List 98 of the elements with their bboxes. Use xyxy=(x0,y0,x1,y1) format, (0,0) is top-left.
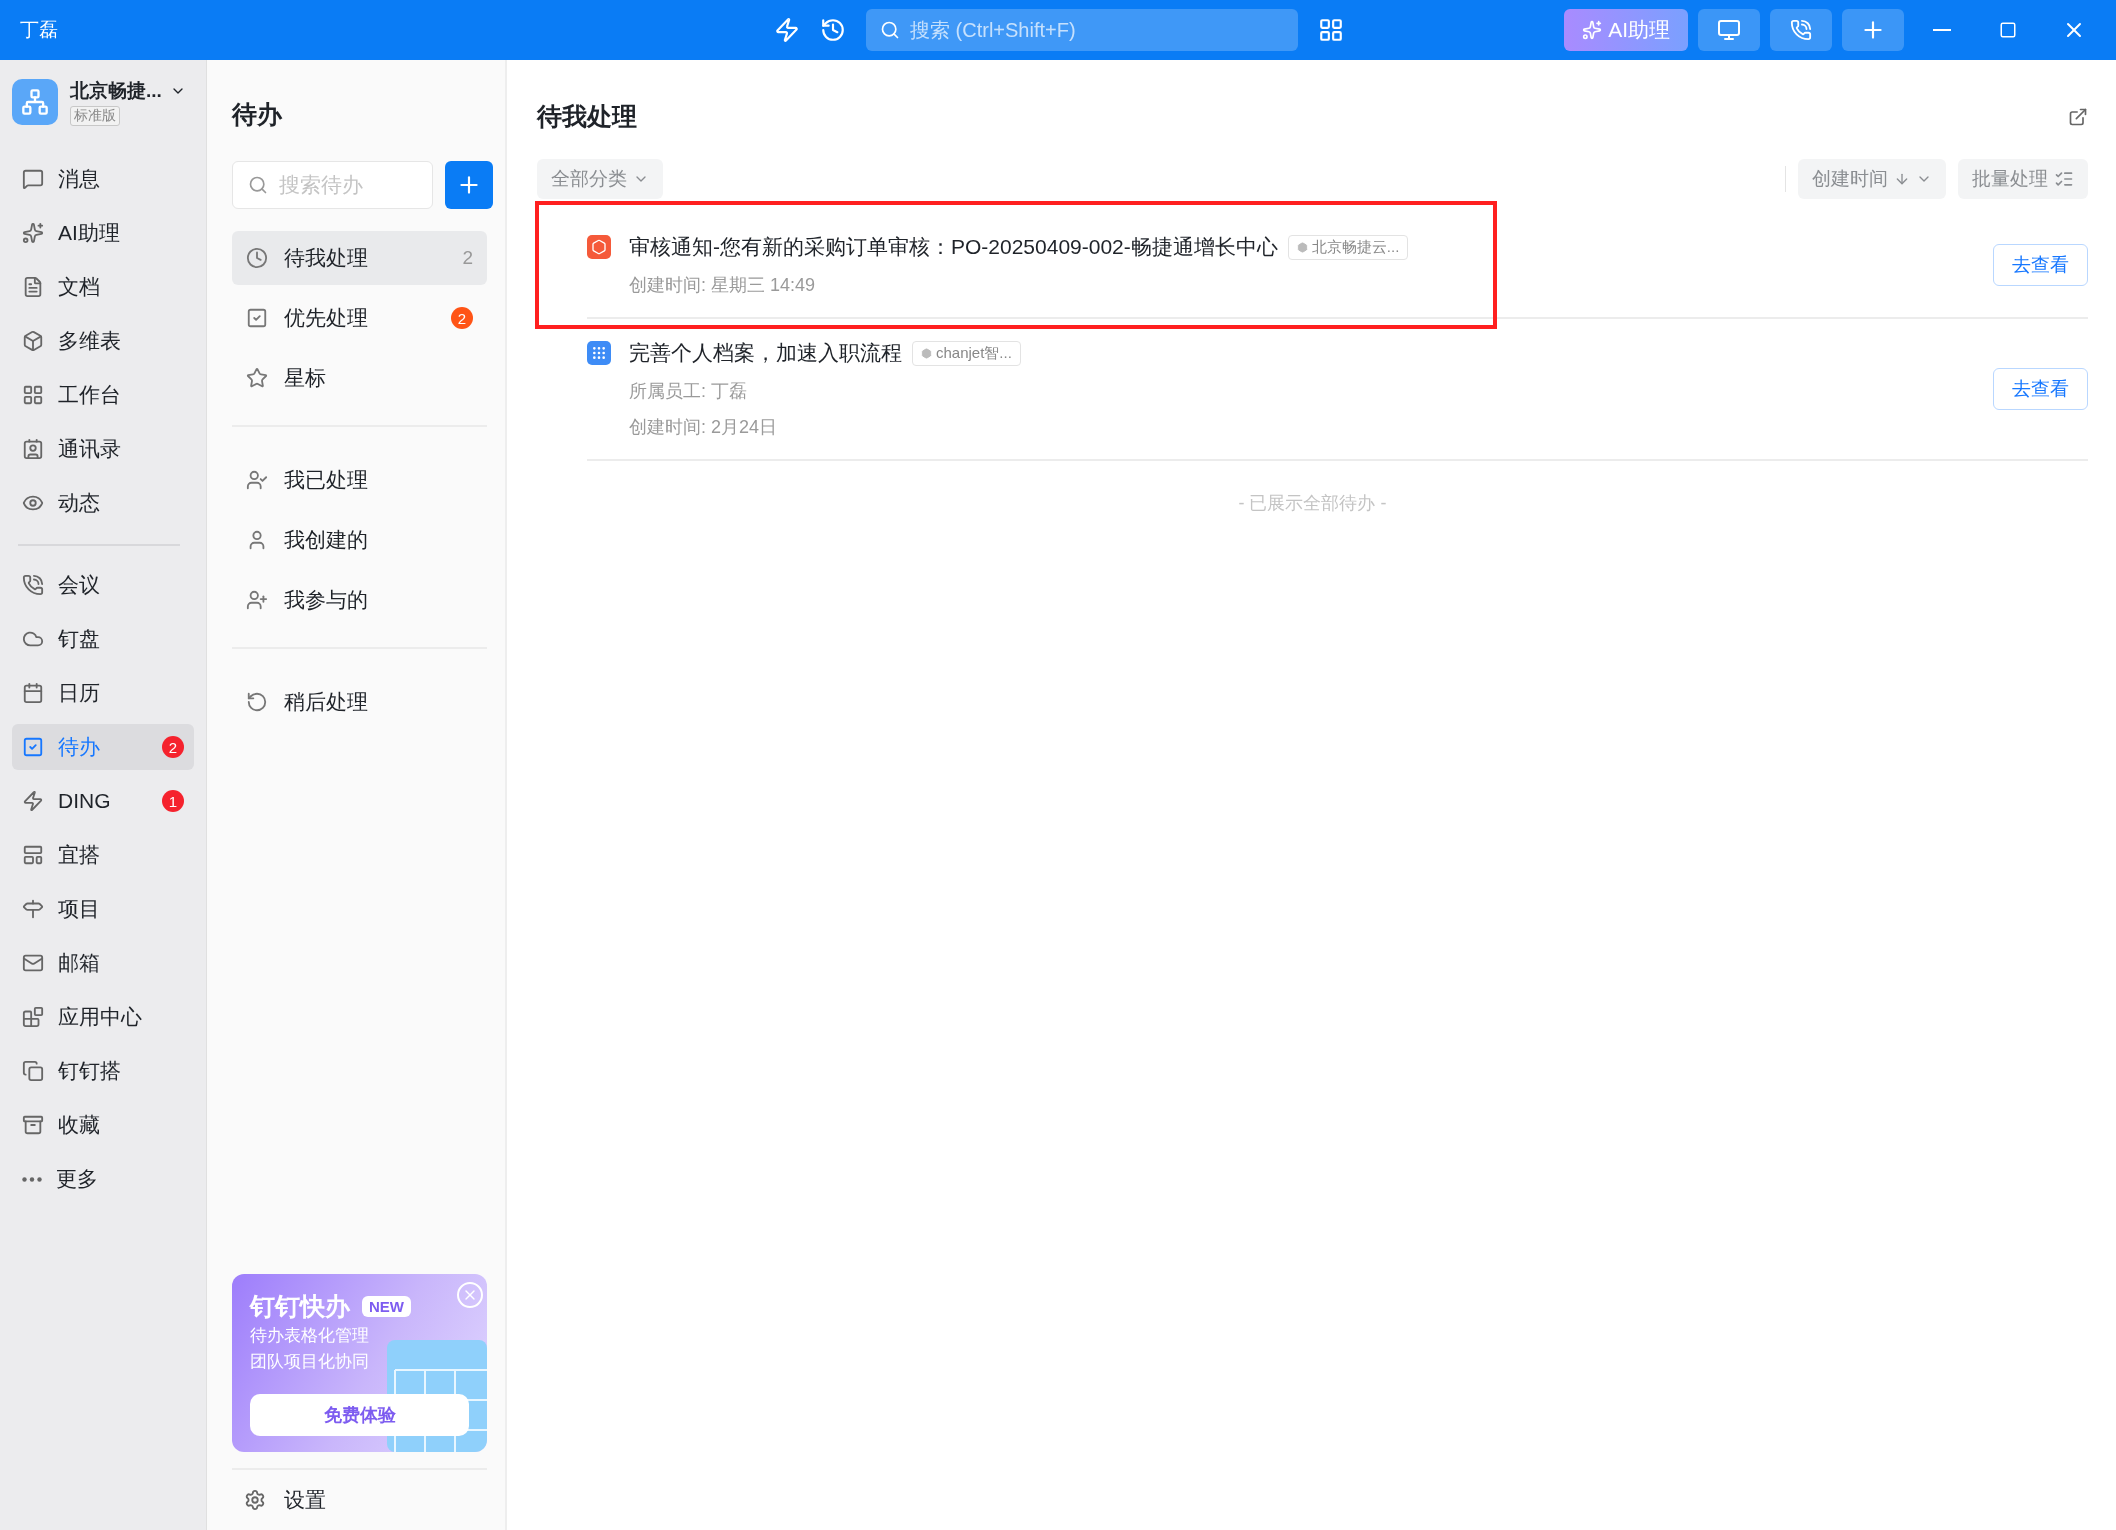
todo-detail: 所属员工: 丁磊 xyxy=(629,380,747,403)
cube-icon xyxy=(22,330,44,352)
close-icon[interactable] xyxy=(457,1282,483,1308)
blocks-icon xyxy=(22,1006,44,1028)
nav-item[interactable]: 消息 xyxy=(12,156,194,202)
filter-item[interactable]: 我创建的 xyxy=(232,513,487,567)
nav-item[interactable]: DING 1 xyxy=(12,778,194,824)
add-button[interactable] xyxy=(445,161,493,209)
nav-item[interactable]: 动态 xyxy=(12,480,194,526)
nav-item[interactable]: 收藏 xyxy=(12,1102,194,1148)
maximize-icon xyxy=(1999,21,2017,39)
user-name: 丁磊 xyxy=(20,18,58,42)
layout-icon xyxy=(22,844,44,866)
app-grid-icon xyxy=(587,341,611,365)
nav-item[interactable]: 工作台 xyxy=(12,372,194,418)
sparkle-icon xyxy=(22,222,44,244)
todo-detail: 创建时间: 星期三 14:49 xyxy=(629,274,816,297)
nav-item[interactable]: 钉盘 xyxy=(12,616,194,662)
nav-item[interactable]: 邮箱 xyxy=(12,940,194,986)
filter-item[interactable]: 稍后处理 xyxy=(232,675,487,729)
hexagon-icon xyxy=(1296,241,1308,253)
nav-item[interactable]: 待办 2 xyxy=(12,724,194,770)
promo-title: 钉钉快办 xyxy=(250,1291,350,1322)
calendar-icon xyxy=(22,682,44,704)
view-button[interactable]: 去查看 xyxy=(1993,368,2088,410)
screen-share-button[interactable] xyxy=(1698,9,1760,51)
filter-item[interactable]: 我已处理 xyxy=(232,453,487,507)
view-button[interactable]: 去查看 xyxy=(1993,244,2088,286)
panel-title: 待办 xyxy=(232,99,283,130)
checkbox-icon xyxy=(246,307,268,329)
unread-badge: 2 xyxy=(162,736,184,758)
nav-item[interactable]: 应用中心 xyxy=(12,994,194,1040)
phone-icon xyxy=(22,574,44,596)
nav-item[interactable]: 更多 xyxy=(12,1156,194,1202)
todo-title[interactable]: 审核通知-您有新的采购订单审核：PO-20250409-002-畅捷通增长中心 xyxy=(629,233,1278,261)
nav-item[interactable]: AI助理 xyxy=(12,210,194,256)
org-tag: chanjet智... xyxy=(912,340,1021,366)
archive-icon xyxy=(22,1114,44,1136)
free-trial-button[interactable]: 免费体验 xyxy=(250,1394,469,1436)
contact-card-icon xyxy=(22,438,44,460)
nav-item[interactable]: 通讯录 xyxy=(12,426,194,472)
todo-detail: 创建时间: 2月24日 xyxy=(629,416,778,439)
message-icon xyxy=(22,168,44,190)
nav-item[interactable]: 日历 xyxy=(12,670,194,716)
end-of-list-text: - 已展示全部待办 - xyxy=(1238,493,1387,513)
filter-item[interactable]: 星标 xyxy=(232,351,487,405)
signpost-icon xyxy=(22,898,44,920)
grid-icon xyxy=(22,384,44,406)
page-title: 待我处理 xyxy=(537,101,637,132)
document-icon xyxy=(22,276,44,298)
nav-item[interactable]: 文档 xyxy=(12,264,194,310)
settings-item[interactable]: 设置 xyxy=(232,1468,487,1530)
copy-icon xyxy=(22,1060,44,1082)
search-field[interactable]: 搜索待办 xyxy=(232,161,433,209)
nav-item[interactable]: 钉钉搭 xyxy=(12,1048,194,1094)
org-name[interactable]: 北京畅捷... xyxy=(70,78,186,104)
app-logo-icon xyxy=(587,235,611,259)
lightning-icon xyxy=(22,790,44,812)
monitor-icon xyxy=(1717,18,1741,42)
search-icon xyxy=(248,175,268,195)
unread-badge: 1 xyxy=(162,790,184,812)
sparkle-icon xyxy=(1582,20,1603,40)
hexagon-icon xyxy=(921,347,932,359)
checklist-icon xyxy=(2054,169,2074,189)
org-logo-icon[interactable] xyxy=(12,79,58,125)
filter-item[interactable]: 待我处理 2 xyxy=(232,231,487,285)
clock-icon xyxy=(246,247,268,269)
mail-icon xyxy=(22,952,44,974)
rotate-clock-icon xyxy=(246,691,268,713)
promo-text: 待办表格化管理 xyxy=(250,1325,369,1347)
nav-item[interactable]: 宜搭 xyxy=(12,832,194,878)
new-tag: NEW xyxy=(362,1296,411,1317)
promo-text: 团队项目化协同 xyxy=(250,1351,369,1373)
apps-icon[interactable] xyxy=(1318,17,1344,43)
item-count: 2 xyxy=(462,247,473,269)
star-icon xyxy=(246,367,268,389)
add-button[interactable] xyxy=(1842,9,1904,51)
todo-title[interactable]: 完善个人档案，加速入职流程 xyxy=(629,339,902,367)
lightning-icon[interactable] xyxy=(774,17,800,43)
checkbox-icon xyxy=(22,736,44,758)
nav-item[interactable]: 项目 xyxy=(12,886,194,932)
more-icon xyxy=(22,1176,42,1182)
search-icon xyxy=(880,20,900,40)
settings-icon xyxy=(244,1489,266,1511)
call-button[interactable] xyxy=(1770,9,1832,51)
count-badge: 2 xyxy=(451,307,473,329)
edition-tag: 标准版 xyxy=(70,106,120,126)
user-plus-icon xyxy=(246,589,268,611)
history-icon[interactable] xyxy=(820,17,846,43)
org-tag: 北京畅捷云... xyxy=(1287,234,1409,260)
nav-item[interactable]: 多维表 xyxy=(12,318,194,364)
filter-item[interactable]: 我参与的 xyxy=(232,573,487,627)
minimize-icon xyxy=(1933,29,1951,31)
user-check-icon xyxy=(246,469,268,491)
filter-item[interactable]: 优先处理 2 xyxy=(232,291,487,345)
phone-icon xyxy=(1790,19,1812,41)
nav-item[interactable]: 会议 xyxy=(12,562,194,608)
pop-out-icon[interactable] xyxy=(2068,106,2088,127)
